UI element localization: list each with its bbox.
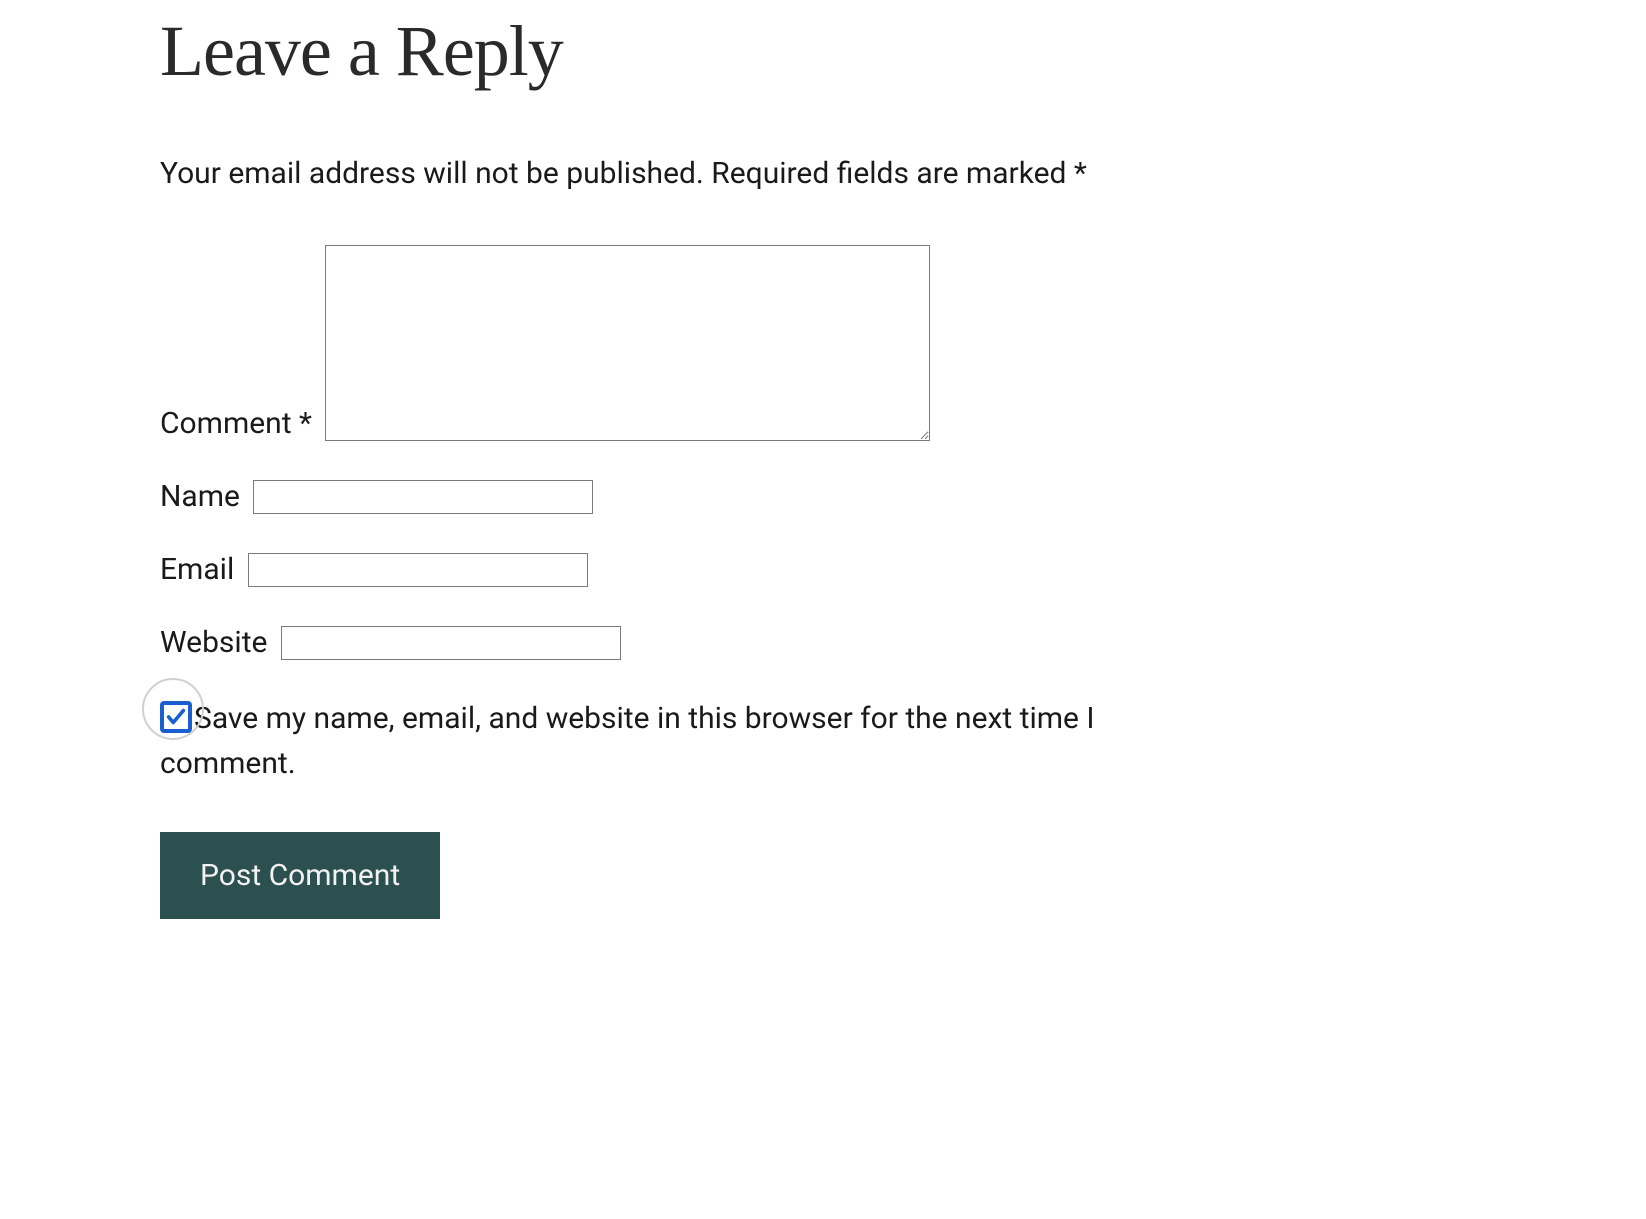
email-label: Email <box>160 552 234 587</box>
required-mark: * <box>1074 156 1087 191</box>
save-info-row: Save my name, email, and website in this… <box>160 696 1240 786</box>
comment-field-row: Comment * <box>160 245 1240 441</box>
post-comment-button[interactable]: Post Comment <box>160 832 440 919</box>
website-label: Website <box>160 625 267 660</box>
required-mark: * <box>299 406 312 441</box>
website-field-row: Website <box>160 623 1240 660</box>
comment-textarea[interactable] <box>325 245 930 441</box>
name-field-row: Name <box>160 477 1240 514</box>
comment-label: Comment * <box>160 406 319 441</box>
name-label: Name <box>160 479 240 514</box>
notice-required: Required fields are marked <box>711 156 1074 191</box>
save-info-label: Save my name, email, and website in this… <box>160 701 1095 781</box>
form-notice: Your email address will not be published… <box>160 153 1240 195</box>
checkmark-icon <box>165 706 187 728</box>
notice-email: Your email address will not be published… <box>160 156 704 191</box>
email-field-row: Email <box>160 550 1240 587</box>
website-input[interactable] <box>281 626 621 660</box>
page-title: Leave a Reply <box>160 10 1240 93</box>
save-info-checkbox[interactable] <box>160 701 192 733</box>
email-input[interactable] <box>248 553 588 587</box>
name-input[interactable] <box>253 480 593 514</box>
